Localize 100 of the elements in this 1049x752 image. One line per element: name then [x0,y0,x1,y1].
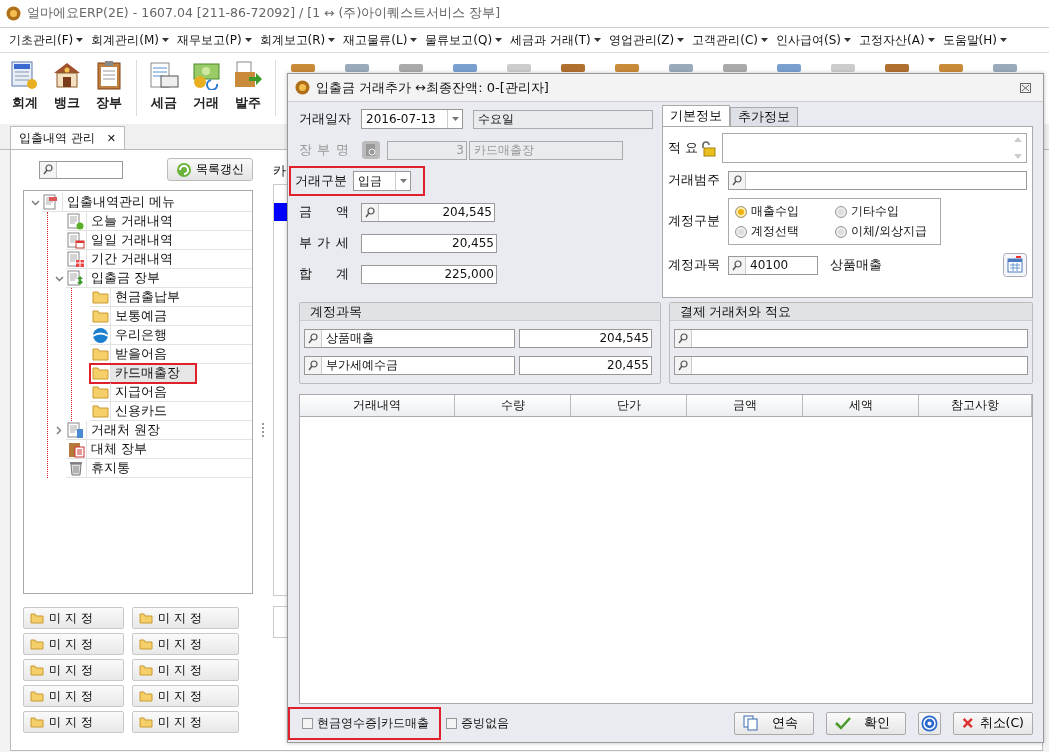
expand-chevron-icon[interactable] [56,426,62,435]
menu-item[interactable]: 영업관리(Z) [605,31,675,49]
column-header[interactable]: 금액 [687,395,803,416]
account-field[interactable]: 상품매출 [304,329,515,348]
toolbar-button[interactable]: 회계 [10,60,40,112]
cash-icon [191,60,221,90]
preset-button[interactable]: 미 지 정 [132,633,239,655]
amount-field[interactable]: 20,455 [519,356,652,375]
folder-icon [91,385,109,399]
collapse-chevron-icon[interactable] [30,199,40,206]
close-icon[interactable]: ✕ [106,131,117,145]
tree-item[interactable]: 입출내역관리 메뉴 [42,193,252,212]
toolbar-button[interactable]: 거래 [191,60,221,112]
account-code-field[interactable]: 40100 [728,255,818,275]
date-dropdown[interactable]: 2016-07-13 [361,109,463,129]
checkbox[interactable] [446,717,458,729]
search-icon [365,206,375,218]
radio-button[interactable] [735,225,747,238]
calendar-icon[interactable] [1003,253,1027,277]
column-header[interactable]: 참고사항 [919,395,1032,416]
tree-item[interactable]: 거래처 원장 [66,421,252,440]
globe-icon [91,326,109,344]
preset-button[interactable]: 미 지 정 [132,659,239,681]
tab[interactable]: 추가정보 [730,107,798,126]
column-header[interactable]: 단가 [571,395,687,416]
column-header[interactable]: 세액 [803,395,919,416]
payee-field[interactable] [673,356,1028,375]
help-button[interactable] [918,711,941,735]
tree-item[interactable]: 대체 장부 [66,440,252,459]
vat-field[interactable]: 20,455 [361,233,497,253]
toolbar-button[interactable]: 장부 [94,60,124,112]
radio-option[interactable]: 매출수입 [735,203,835,220]
menu-item[interactable]: 기초관리(F) [6,31,74,49]
preset-button[interactable]: 미 지 정 [132,685,239,707]
menu-item[interactable]: 물류보고(Q) [422,31,493,49]
preset-button[interactable]: 미 지 정 [23,633,124,655]
total-field[interactable]: 225,000 [361,264,497,284]
preset-button[interactable]: 미 지 정 [23,685,124,707]
menu-item[interactable]: 고객관리(C) [689,31,759,49]
tree-item[interactable]: 현금출납부 [90,288,252,307]
tree-item[interactable]: 기간 거래내역 [66,250,252,269]
menu-item[interactable]: 회계보고(R) [256,31,326,49]
group-title: 계정과목 [300,303,660,321]
padlock-icon[interactable] [700,139,716,157]
tree-item[interactable]: 보통예금 [90,307,252,326]
cancel-button[interactable]: 취소(C) [953,711,1033,735]
field-label: 장 부 명 [299,141,349,159]
continue-button[interactable]: 연속 [734,711,814,735]
radio-option[interactable]: 계정선택 [735,223,835,240]
close-icon[interactable] [1020,82,1031,93]
type-dropdown[interactable]: 입금 [353,171,411,191]
tab[interactable]: 기본정보 [662,105,730,126]
preset-button[interactable]: 미 지 정 [23,659,124,681]
checkbox[interactable] [302,717,313,729]
refresh-button[interactable]: 목록갱신 [167,158,253,181]
radio-button[interactable] [835,225,847,238]
menu-item[interactable]: 인사급여(S) [773,31,841,49]
toolbar-button[interactable]: 발주 [233,60,263,112]
account-field[interactable]: 부가세예수금 [304,356,515,375]
radio-option[interactable]: 기타수입 [835,203,940,220]
tree-item[interactable]: 일일 거래내역 [66,231,252,250]
radio-button[interactable] [735,205,747,218]
amount-field[interactable]: 204,545 [519,329,652,348]
amount-field[interactable]: 204,545 [361,202,495,222]
radio-button[interactable] [835,205,847,218]
tree-item[interactable]: 지급어음 [90,383,252,402]
tree-item[interactable]: 입출금 장부 [66,269,252,288]
category-field[interactable] [728,171,1027,190]
collapse-chevron-icon[interactable] [54,275,64,282]
radio-option[interactable]: 이체/외상지급 [835,223,940,240]
tree-item[interactable]: 오늘 거래내역 [66,212,252,231]
tree-item[interactable]: 신용카드 [90,402,252,421]
menu-item[interactable]: 고정자산(A) [856,31,925,49]
toolbar-button[interactable]: 뱅크 [52,60,82,112]
memo-field[interactable] [722,133,1027,163]
preset-button[interactable]: 미 지 정 [23,607,124,629]
preset-button[interactable]: 미 지 정 [132,607,239,629]
tree-item[interactable]: 우리은행 [90,326,252,345]
menu-item[interactable]: 도움말(H) [939,31,997,49]
payee-field[interactable] [673,329,1028,348]
caret-icon [451,117,459,121]
search-icon [732,175,742,186]
book-search-icon[interactable] [361,140,381,160]
menu-item[interactable]: 재고물류(L) [340,31,408,49]
column-header[interactable]: 수량 [455,395,571,416]
field-label: 계정과목 [668,256,721,274]
confirm-button[interactable]: 확인 [826,711,906,735]
tree-item[interactable]: 받을어음 [90,345,252,364]
search-field[interactable] [39,160,123,179]
tree-item[interactable]: 휴지통 [66,459,252,478]
toolbar-button[interactable]: 세금 [149,60,179,112]
preset-button[interactable]: 미 지 정 [23,711,124,733]
column-header[interactable]: 거래내역 [300,395,455,416]
menu-item[interactable]: 세금과 거래(T) [507,31,591,49]
preset-button[interactable]: 미 지 정 [132,711,239,733]
menu-item[interactable]: 회계관리(M) [88,31,159,49]
menu-item[interactable]: 재무보고(P) [174,31,242,49]
document-tab[interactable]: 입출내역 관리 ✕ [10,126,126,149]
checkbox-option[interactable]: 현금영수증|카드매출 [288,706,442,740]
refresh-icon [176,161,192,178]
